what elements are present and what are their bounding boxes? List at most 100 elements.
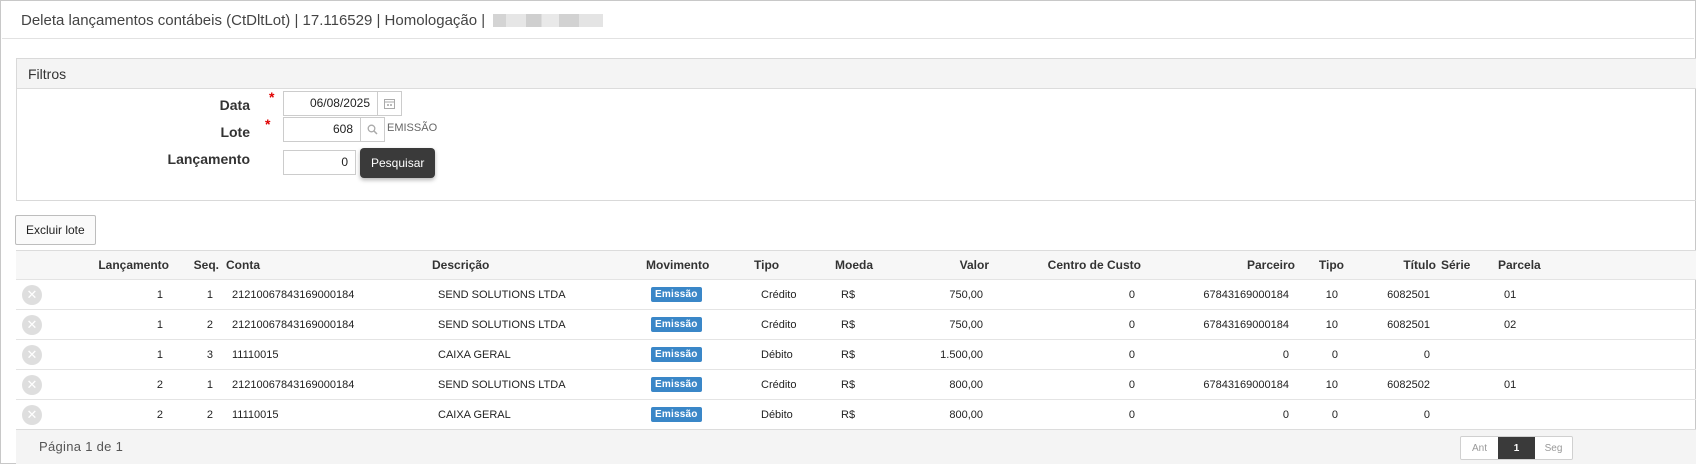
cell-parcela: 01: [1504, 378, 1517, 391]
cell-lancamento: 2: [156, 408, 163, 421]
table-row: ✕ 1 1 21210067843169000184 SEND SOLUTION…: [16, 280, 1696, 310]
col-tipo[interactable]: Tipo: [754, 251, 779, 279]
close-icon: ✕: [26, 317, 38, 332]
cell-seq: 1: [206, 378, 213, 391]
table-row: ✕ 2 2 11110015 CAIXA GERAL Emissão Débit…: [16, 400, 1696, 430]
cell-titulo: 6082502: [1387, 378, 1430, 391]
col-descricao[interactable]: Descrição: [432, 251, 489, 279]
delete-row-button[interactable]: ✕: [22, 315, 42, 335]
col-lancamento[interactable]: Lançamento: [56, 251, 169, 279]
prev-page-button[interactable]: Ant: [1461, 437, 1498, 459]
close-icon: ✕: [26, 377, 38, 392]
cell-seq: 1: [206, 288, 213, 301]
filters-panel: Filtros Data * 06/08/2025 Lote * 608 EMI…: [16, 58, 1696, 201]
cell-conta: 11110015: [232, 348, 279, 361]
cell-lancamento: 1: [156, 348, 163, 361]
cell-tipo: Crédito: [761, 378, 797, 391]
cell-descricao: SEND SOLUTIONS LTDA: [438, 378, 566, 391]
cell-moeda: R$: [841, 348, 856, 361]
cell-centro-custo: 0: [1128, 288, 1135, 301]
cell-seq: 2: [206, 318, 213, 331]
delete-lot-button[interactable]: Excluir lote: [15, 215, 96, 245]
search-button[interactable]: Pesquisar: [360, 148, 436, 178]
col-tipo-2[interactable]: Tipo: [1306, 251, 1344, 279]
cell-moeda: R$: [841, 378, 856, 391]
delete-row-button[interactable]: ✕: [22, 285, 42, 305]
lote-required-mark: *: [265, 116, 271, 132]
lote-hint: EMISSÃO: [387, 122, 438, 134]
page-1-button[interactable]: 1: [1498, 437, 1535, 459]
movimento-badge: Emissão: [651, 287, 702, 302]
cell-titulo: 0: [1423, 348, 1430, 361]
cell-titulo: 0: [1423, 408, 1430, 421]
cell-tipo: Crédito: [761, 288, 797, 301]
col-seq[interactable]: Seq.: [176, 251, 219, 279]
cell-seq: 3: [206, 348, 213, 361]
data-required-mark: *: [269, 89, 275, 105]
cell-valor: 1.500,00: [940, 348, 983, 361]
col-moeda[interactable]: Moeda: [835, 251, 873, 279]
movimento-badge: Emissão: [651, 347, 702, 362]
cell-valor: 750,00: [949, 288, 983, 301]
table-header: Lançamento Seq. Conta Descrição Moviment…: [16, 251, 1696, 280]
cell-valor: 800,00: [949, 408, 983, 421]
cell-parceiro: 67843169000184: [1203, 288, 1289, 301]
calendar-button[interactable]: [378, 91, 402, 116]
movimento-badge: Emissão: [651, 377, 702, 392]
cell-valor: 750,00: [949, 318, 983, 331]
filters-panel-title: Filtros: [17, 59, 1696, 89]
cell-tipo-2: 0: [1331, 408, 1338, 421]
data-label: Data: [219, 97, 250, 113]
cell-descricao: SEND SOLUTIONS LTDA: [438, 288, 566, 301]
cell-descricao: CAIXA GERAL: [438, 408, 511, 421]
cell-moeda: R$: [841, 318, 856, 331]
data-input[interactable]: 06/08/2025: [283, 91, 378, 116]
cell-centro-custo: 0: [1128, 378, 1135, 391]
close-icon: ✕: [26, 287, 38, 302]
lancamento-label: Lançamento: [167, 151, 250, 167]
pagination: Ant 1 Seg: [1460, 436, 1573, 460]
cell-lancamento: 1: [156, 288, 163, 301]
lancamento-input[interactable]: 0: [283, 150, 356, 175]
cell-valor: 800,00: [949, 378, 983, 391]
col-parcela[interactable]: Parcela: [1498, 251, 1541, 279]
cell-titulo: 6082501: [1387, 288, 1430, 301]
cell-conta: 21210067843169000184: [232, 288, 355, 301]
window-title: Deleta lançamentos contábeis (CtDltLot) …: [21, 11, 486, 29]
cell-seq: 2: [206, 408, 213, 421]
cell-parcela: 01: [1504, 288, 1517, 301]
cell-centro-custo: 0: [1128, 348, 1135, 361]
col-movimento[interactable]: Movimento: [646, 251, 709, 279]
delete-row-button[interactable]: ✕: [22, 375, 42, 395]
col-valor[interactable]: Valor: [896, 251, 989, 279]
col-parceiro[interactable]: Parceiro: [1176, 251, 1295, 279]
cell-conta: 21210067843169000184: [232, 318, 355, 331]
cell-moeda: R$: [841, 408, 856, 421]
next-page-button[interactable]: Seg: [1535, 437, 1572, 459]
cell-tipo-2: 10: [1325, 318, 1338, 331]
window-titlebar: Deleta lançamentos contábeis (CtDltLot) …: [2, 2, 1694, 39]
lote-input[interactable]: 608: [283, 117, 361, 142]
page-info: Página 1 de 1: [39, 439, 124, 454]
movimento-badge: Emissão: [651, 317, 702, 332]
app-window: Deleta lançamentos contábeis (CtDltLot) …: [0, 0, 1696, 464]
calendar-icon: [384, 99, 395, 109]
table-row: ✕ 1 2 21210067843169000184 SEND SOLUTION…: [16, 310, 1696, 340]
col-centro-custo[interactable]: Centro de Custo: [1006, 251, 1141, 279]
cell-tipo: Crédito: [761, 318, 797, 331]
lote-search-button[interactable]: [361, 117, 385, 142]
col-serie[interactable]: Série: [1441, 251, 1470, 279]
close-icon: ✕: [26, 347, 38, 362]
cell-conta: 21210067843169000184: [232, 378, 355, 391]
delete-row-button[interactable]: ✕: [22, 405, 42, 425]
cell-conta: 11110015: [232, 408, 279, 421]
cell-tipo-2: 0: [1331, 348, 1338, 361]
col-conta[interactable]: Conta: [226, 251, 260, 279]
cell-parceiro: 0: [1282, 408, 1289, 421]
entries-table: Lançamento Seq. Conta Descrição Moviment…: [16, 250, 1696, 430]
delete-row-button[interactable]: ✕: [22, 345, 42, 365]
cell-centro-custo: 0: [1128, 408, 1135, 421]
cell-titulo: 6082501: [1387, 318, 1430, 331]
movimento-badge: Emissão: [651, 407, 702, 422]
col-titulo[interactable]: Título: [1366, 251, 1436, 279]
